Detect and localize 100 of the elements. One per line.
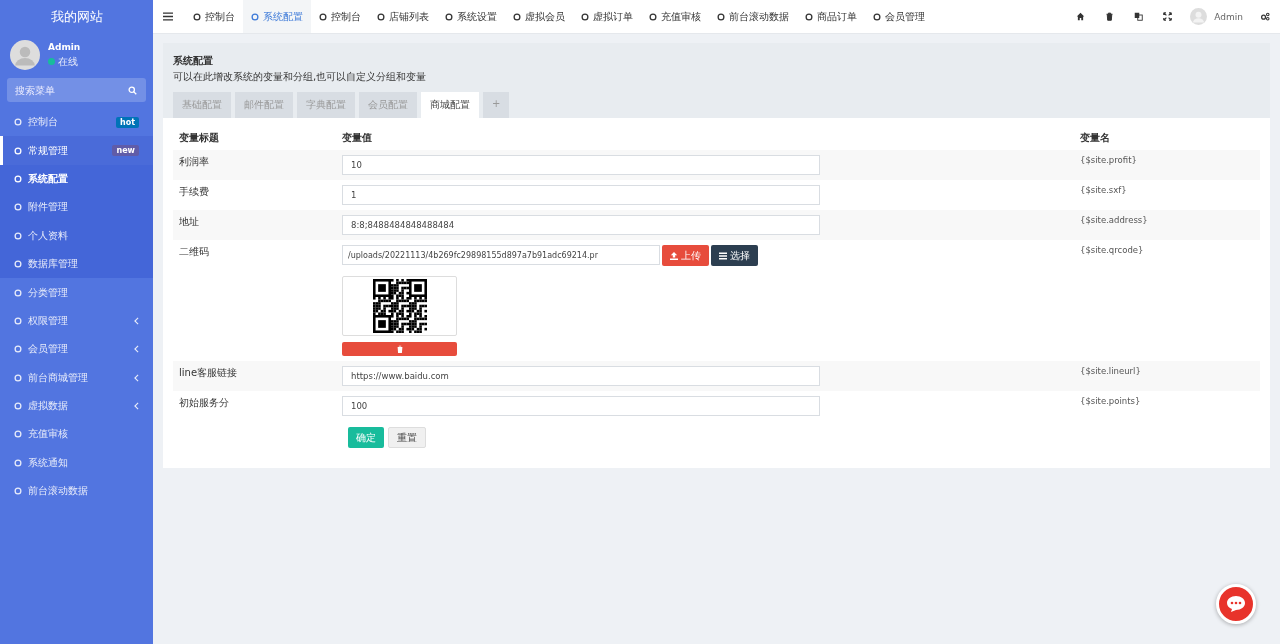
- submenu-item[interactable]: 系统配置: [0, 164, 153, 194]
- menu-item[interactable]: 权限管理: [0, 306, 153, 336]
- avatar-icon: [10, 40, 40, 70]
- menu-label: 分类管理: [28, 285, 69, 300]
- menu-label: 前台商城管理: [28, 370, 89, 385]
- circle-icon: [14, 260, 22, 269]
- menu-item[interactable]: 虚拟数据: [0, 391, 153, 421]
- user-name[interactable]: Admin: [1214, 11, 1243, 22]
- circle-icon: [14, 345, 22, 354]
- variable-name: {$site.address}: [1080, 215, 1148, 227]
- variable-name: {$site.points}: [1080, 396, 1141, 408]
- circle-icon: [14, 430, 22, 439]
- nav-tab[interactable]: 控制台: [311, 0, 369, 33]
- trash-icon: [395, 345, 404, 353]
- menu-item[interactable]: 前台商城管理: [0, 363, 153, 392]
- submenu-label: 个人资料: [28, 228, 68, 243]
- menu-item[interactable]: 充值审核: [0, 420, 153, 449]
- menu-item[interactable]: 控制台 hot: [0, 108, 153, 137]
- variable-title: 地址: [179, 215, 200, 229]
- circle-icon: [377, 12, 385, 21]
- tab-label: 控制台: [331, 9, 361, 24]
- menu-label: 系统通知: [28, 455, 69, 470]
- submenu-label: 系统配置: [28, 171, 68, 186]
- variable-title: 利润率: [179, 155, 210, 169]
- nav-tab[interactable]: 虚拟会员: [505, 0, 573, 33]
- circle-icon: [14, 146, 22, 155]
- tab-label: 店铺列表: [389, 9, 429, 24]
- menu-label: 会员管理: [28, 342, 69, 357]
- submenu-item[interactable]: 个人资料: [0, 221, 153, 250]
- tab-label: 系统设置: [457, 9, 497, 24]
- search-field[interactable]: 搜索菜单: [7, 78, 146, 102]
- nav-tab[interactable]: 会员管理: [865, 0, 933, 33]
- menu-badge: hot: [116, 116, 139, 128]
- menu-badge: new: [112, 145, 139, 157]
- nav-tab[interactable]: 充值审核: [641, 0, 709, 33]
- circle-icon: [805, 12, 813, 21]
- submenu-item[interactable]: 附件管理: [0, 193, 153, 222]
- nav-tab[interactable]: 前台滚动数据: [709, 0, 797, 33]
- circle-icon: [14, 203, 22, 212]
- tab-label: 充值审核: [661, 9, 701, 24]
- variable-name: {$site.lineurl}: [1080, 366, 1141, 378]
- user-name: Admin: [48, 41, 81, 52]
- circle-icon: [14, 118, 22, 127]
- home-icon[interactable]: [1076, 12, 1086, 21]
- search-icon: [128, 85, 137, 95]
- circle-icon: [14, 316, 22, 325]
- trash-icon[interactable]: [1105, 12, 1115, 21]
- value-input[interactable]: 100: [342, 396, 820, 416]
- variable-title: line客服链接: [179, 366, 239, 380]
- nav-tab[interactable]: 虚拟订单: [573, 0, 641, 33]
- submenu-item[interactable]: 数据库管理: [0, 249, 153, 279]
- menu-label: 控制台: [28, 115, 59, 130]
- menu-item[interactable]: 分类管理: [0, 278, 153, 307]
- value-input[interactable]: https://www.baidu.com: [342, 366, 820, 386]
- upload-icon: [670, 251, 678, 260]
- circle-icon: [649, 12, 657, 21]
- circle-icon: [251, 12, 259, 21]
- value-input[interactable]: 10: [342, 155, 820, 175]
- qr-code-drawing: [372, 279, 427, 333]
- variable-title: 手续费: [179, 185, 210, 199]
- circle-icon: [717, 12, 725, 21]
- fullscreen-icon[interactable]: [1163, 12, 1173, 21]
- nav-tab[interactable]: 控制台: [185, 0, 243, 33]
- circle-icon: [14, 487, 22, 496]
- user-status: 在线: [58, 54, 78, 69]
- circle-icon: [193, 12, 201, 21]
- nav-tab[interactable]: 系统设置: [437, 0, 505, 33]
- gears-icon[interactable]: [1261, 12, 1270, 21]
- nav-tab[interactable]: 店铺列表: [369, 0, 437, 33]
- config-tab[interactable]: 商城配置: [421, 92, 479, 118]
- menu-item[interactable]: 常规管理 new: [0, 136, 153, 165]
- menu-label: 权限管理: [28, 313, 69, 328]
- value-input[interactable]: 8:8;8488484848488484: [342, 215, 820, 235]
- nav-tab[interactable]: 系统配置: [243, 0, 311, 33]
- variable-title: 二维码: [179, 245, 210, 259]
- reset-button[interactable]: 重置: [388, 427, 426, 448]
- path-input[interactable]: /uploads/20221113/4b269fc29898155d897a7b91adc69214.pr: [342, 245, 660, 265]
- variable-name: {$site.qrcode}: [1080, 245, 1144, 257]
- circle-icon: [14, 231, 22, 240]
- circle-icon: [14, 288, 22, 297]
- circle-icon: [873, 12, 881, 21]
- column-header: 变量标题: [179, 131, 220, 145]
- site-title: 我的网站: [49, 8, 104, 26]
- variable-name: {$site.sxf}: [1080, 185, 1127, 197]
- circle-icon: [14, 174, 22, 183]
- tab-label: 系统配置: [263, 9, 303, 24]
- menu-label: 前台滚动数据: [28, 484, 89, 499]
- tab-label: 前台滚动数据: [729, 9, 789, 24]
- upload-button[interactable]: 上传: [662, 245, 709, 266]
- menu-item[interactable]: 前台滚动数据: [0, 477, 153, 506]
- value-input[interactable]: 1: [342, 185, 820, 205]
- choose-button[interactable]: 选择: [711, 245, 758, 266]
- chat-bubble-icon: [1226, 595, 1246, 613]
- menu-item[interactable]: 系统通知: [0, 448, 153, 478]
- tab-label: 虚拟订单: [593, 9, 633, 24]
- variable-title: 初始服务分: [179, 396, 230, 410]
- menu-icon[interactable]: [163, 12, 173, 21]
- menu-item[interactable]: 会员管理: [0, 335, 153, 364]
- tab-label: 控制台: [205, 9, 235, 24]
- nav-tab[interactable]: 商品订单: [797, 0, 865, 33]
